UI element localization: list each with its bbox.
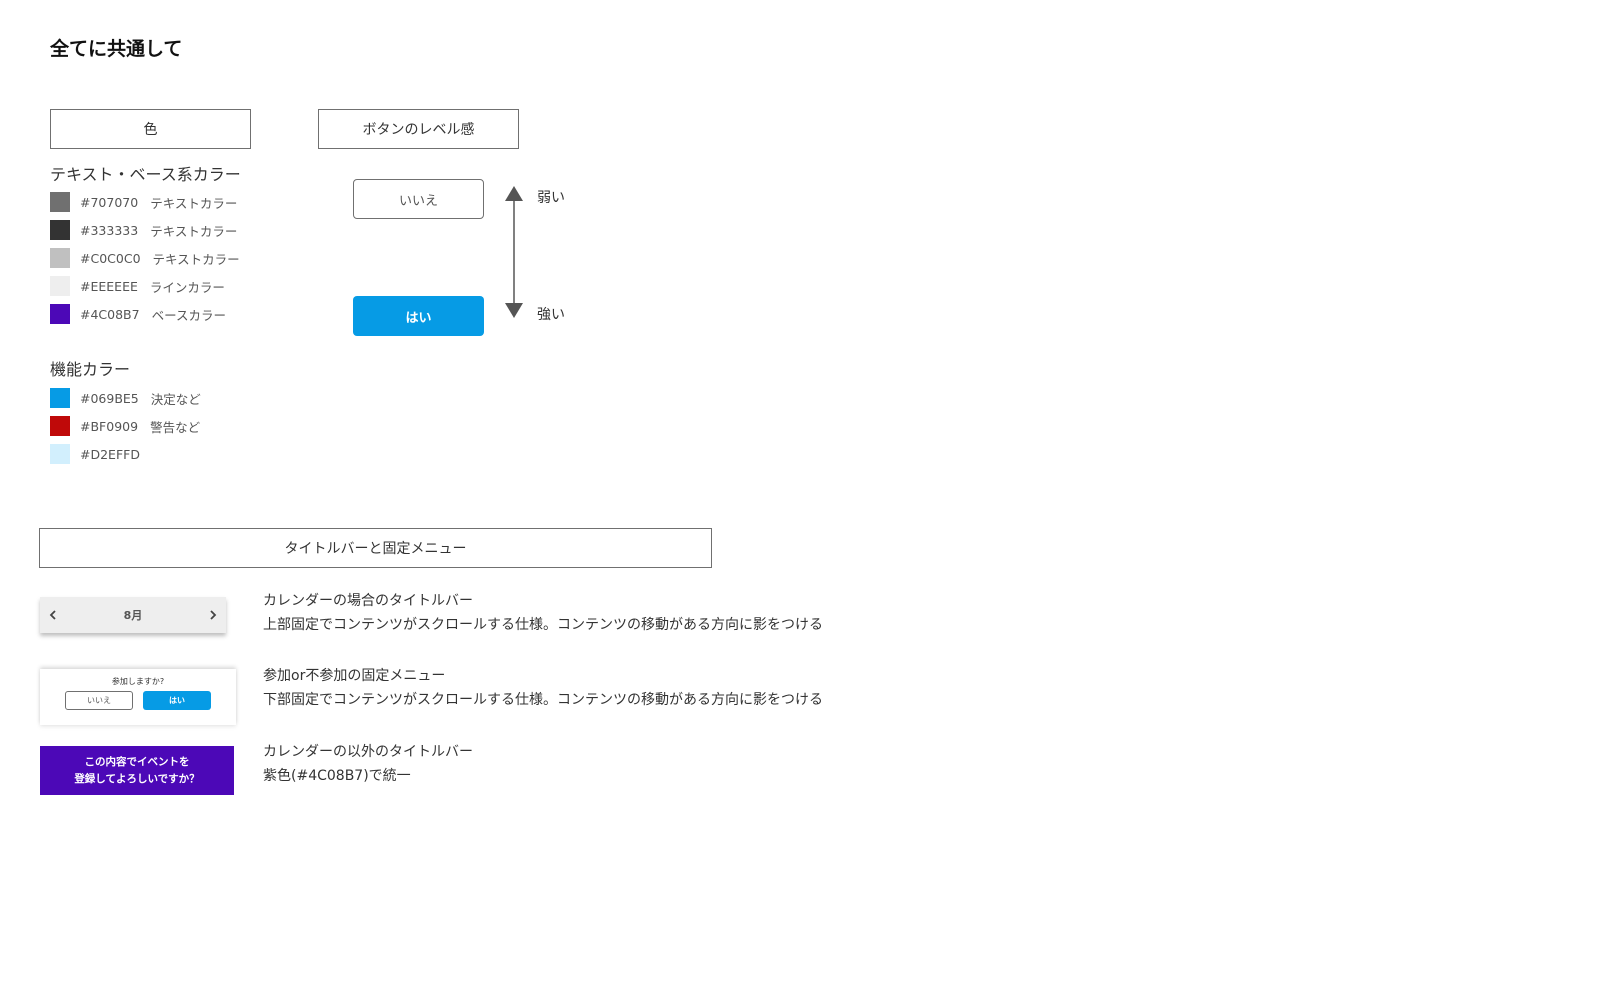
color-swatch-row: #707070 テキストカラー xyxy=(50,192,240,212)
color-swatch xyxy=(50,444,70,464)
color-swatch-row: #333333 テキストカラー xyxy=(50,220,240,240)
color-swatch xyxy=(50,388,70,408)
purple-titlebar-line2: 登録してよろしいですか？ xyxy=(74,772,200,785)
chevron-right-icon[interactable] xyxy=(208,609,218,621)
color-swatch xyxy=(50,304,70,324)
function-color-list: #069BE5 決定など #BF0909 警告など #D2EFFD xyxy=(50,388,201,464)
description-title: カレンダーの場合のタイトルバー xyxy=(263,593,473,609)
color-usage: 決定など xyxy=(150,391,201,407)
purple-titlebar-description: カレンダーの以外のタイトルバー 紫色(#4C08B7)で統一 xyxy=(263,740,473,788)
color-usage: テキストカラー xyxy=(150,195,238,211)
text-base-color-label: テキスト・ベース系カラー xyxy=(50,165,241,184)
color-hex: #D2EFFD xyxy=(80,446,140,462)
button-level-heading: ボタンのレベル感 xyxy=(318,109,519,149)
fixed-menu-description: 参加or不参加の固定メニュー 下部固定でコンテンツがスクロールする仕様。コンテン… xyxy=(263,664,823,712)
text-base-color-list: #707070 テキストカラー #333333 テキストカラー #C0C0C0 … xyxy=(50,192,240,324)
color-usage: テキストカラー xyxy=(152,251,240,267)
function-color-label: 機能カラー xyxy=(50,360,131,379)
calendar-month: 8月 xyxy=(123,609,143,622)
color-swatch-row: #D2EFFD xyxy=(50,444,201,464)
fixed-menu-question: 参加しますか? xyxy=(111,677,165,686)
color-hex: #BF0909 xyxy=(80,418,139,434)
description-title: カレンダーの以外のタイトルバー xyxy=(263,744,473,760)
color-swatch xyxy=(50,276,70,296)
color-swatch xyxy=(50,192,70,212)
purple-titlebar-preview: この内容でイベントを 登録してよろしいですか？ xyxy=(40,746,234,795)
weak-label: 弱い xyxy=(537,190,565,206)
color-hex: #4C08B7 xyxy=(80,306,140,322)
page-title: 全てに共通して xyxy=(50,38,183,60)
fixed-menu-preview: 参加しますか? いいえ はい xyxy=(40,669,236,725)
color-hex: #707070 xyxy=(80,194,139,210)
fixed-menu-no-button[interactable]: いいえ xyxy=(65,691,133,710)
description-body: 上部固定でコンテンツがスクロールする仕様。コンテンツの移動がある方向に影をつける xyxy=(263,617,823,633)
color-usage: テキストカラー xyxy=(150,223,238,239)
color-hex: #C0C0C0 xyxy=(80,250,141,266)
color-usage: 警告など xyxy=(150,419,201,435)
purple-titlebar-line1: この内容でイベントを xyxy=(84,755,190,768)
weak-button[interactable]: いいえ xyxy=(353,179,484,219)
calendar-titlebar-description: カレンダーの場合のタイトルバー 上部固定でコンテンツがスクロールする仕様。コンテ… xyxy=(263,589,823,637)
color-usage: ラインカラー xyxy=(149,279,225,295)
double-arrow-vertical-icon xyxy=(505,186,523,318)
color-swatch-row: #BF0909 警告など xyxy=(50,416,201,436)
color-hex: #069BE5 xyxy=(80,390,139,406)
strong-button[interactable]: はい xyxy=(353,296,484,336)
description-body: 下部固定でコンテンツがスクロールする仕様。コンテンツの移動がある方向に影をつける xyxy=(263,692,823,708)
chevron-left-icon[interactable] xyxy=(48,609,58,621)
titlebar-heading: タイトルバーと固定メニュー xyxy=(39,528,712,568)
strong-label: 強い xyxy=(537,307,565,323)
color-swatch xyxy=(50,248,70,268)
color-swatch-row: #4C08B7 ベースカラー xyxy=(50,304,240,324)
color-hex: #EEEEEE xyxy=(80,278,138,294)
color-swatch-row: #069BE5 決定など xyxy=(50,388,201,408)
color-swatch-row: #EEEEEE ラインカラー xyxy=(50,276,240,296)
fixed-menu-yes-button[interactable]: はい xyxy=(143,691,211,710)
color-heading: 色 xyxy=(50,109,251,149)
calendar-titlebar-preview: 8月 xyxy=(40,597,226,633)
color-swatch xyxy=(50,416,70,436)
color-hex: #333333 xyxy=(80,222,139,238)
color-swatch-row: #C0C0C0 テキストカラー xyxy=(50,248,240,268)
description-body: 紫色(#4C08B7)で統一 xyxy=(263,768,411,784)
color-usage: ベースカラー xyxy=(151,307,226,323)
description-title: 参加or不参加の固定メニュー xyxy=(263,668,446,684)
color-swatch xyxy=(50,220,70,240)
